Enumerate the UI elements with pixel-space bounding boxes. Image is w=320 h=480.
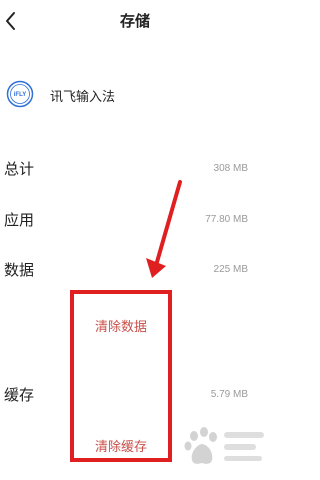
total-value: 308 MB <box>213 163 248 174</box>
page-title: 存储 <box>119 12 150 30</box>
cache-value: 5.79 MB <box>210 389 248 400</box>
app-size-value: 77.80 MB <box>205 214 248 225</box>
cache-label: 缓存 <box>4 386 35 404</box>
data-label: 数据 <box>4 261 35 279</box>
total-label: 总计 <box>4 160 35 178</box>
watermark-logo-icon <box>184 427 264 464</box>
annotation-arrow-icon <box>146 180 182 278</box>
data-value: 225 MB <box>213 264 248 275</box>
app-size-label: 应用 <box>4 211 35 229</box>
app-icon: iFLY <box>6 80 34 108</box>
app-name: 讯飞输入法 <box>50 90 116 105</box>
app-icon-text: iFLY <box>14 92 26 98</box>
highlight-box <box>70 290 172 462</box>
